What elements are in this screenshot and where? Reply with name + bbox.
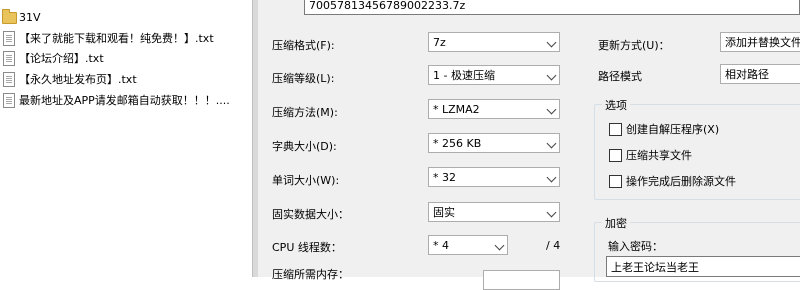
sfx-checkbox-row[interactable]: 创建自解压程序(X) [609,121,719,137]
text-file-icon [2,71,16,87]
add-to-archive-dialog: 7005781345678900223​3.7z 压缩格式(F): 7z 压缩等… [258,0,800,290]
text-file-icon [2,50,16,66]
password-label: 输入密码： [608,240,663,253]
delete-source-checkbox[interactable] [609,174,622,188]
encryption-group-title: 加密 [602,215,630,231]
word-value: * 32 [433,170,456,184]
path-mode-select[interactable]: 相对路径 [720,64,800,84]
text-file-icon [2,92,16,108]
update-mode-label: 更新方式(U)： [598,39,670,52]
threads-select[interactable]: * 4 [428,235,508,255]
word-label: 单词大小(W): [272,174,340,187]
chevron-down-icon [546,138,557,149]
format-label: 压缩格式(F): [272,39,335,52]
delete-source-checkbox-row[interactable]: 操作完成后删除源文件 [609,173,736,189]
folder-icon [2,9,17,25]
level-value: 1 - 极速压缩 [433,69,495,82]
update-mode-value: 添加并替换文件 [725,36,800,49]
password-input[interactable]: 上老王论坛当老王 [606,256,800,277]
method-label: 压缩方法(M): [272,106,338,119]
chevron-down-icon [546,172,557,183]
file-name: 【论坛介绍】.txt [19,52,104,65]
password-value: 上老王论坛当老王 [611,260,699,274]
method-value: * LZMA2 [433,102,480,116]
memory-value-field [483,270,560,290]
chevron-down-icon [546,207,557,218]
chevron-down-icon [494,240,505,251]
solid-select[interactable]: 固实 [428,202,560,222]
file-name: 31V [19,10,41,24]
delete-source-checkbox-label: 操作完成后删除源文件 [626,175,736,188]
memory-label: 压缩所需内存： [272,268,349,281]
sfx-checkbox-label: 创建自解压程序(X) [626,123,720,136]
threads-label: CPU 线程数： [272,241,342,254]
path-mode-label: 路径模式 [598,70,642,83]
chevron-down-icon [546,104,557,115]
update-mode-select[interactable]: 添加并替换文件 [720,32,800,52]
threads-value: * 4 [433,238,449,252]
path-mode-value: 相对路径 [725,68,769,81]
file-list: 31V 【来了就能下载和观看！纯免费！】.txt 【论坛介绍】.txt 【永久地… [0,0,252,277]
dict-select[interactable]: * 256 KB [428,133,560,153]
level-label: 压缩等级(L): [272,72,335,85]
solid-label: 固实数据大小： [272,208,349,221]
archive-name-value: 7005781345678900223​3.7z [309,0,466,12]
level-select[interactable]: 1 - 极速压缩 [428,65,560,85]
format-select[interactable]: 7z [428,32,560,52]
file-name: 【来了就能下载和观看！纯免费！】.txt [19,32,214,45]
chevron-down-icon [546,37,557,48]
method-select[interactable]: * LZMA2 [428,99,560,119]
threads-total: / 4 [546,239,561,252]
archive-name-input[interactable]: 7005781345678900223​3.7z [304,0,800,15]
shared-files-checkbox-row[interactable]: 压缩共享文件 [609,147,692,163]
list-item-file[interactable]: 【永久地址发布页】.txt [0,69,250,89]
shared-files-checkbox-label: 压缩共享文件 [626,149,692,162]
shared-files-checkbox[interactable] [609,148,622,162]
file-name: 【永久地址发布页】.txt [19,73,137,86]
text-file-icon [2,30,16,46]
list-item-folder[interactable]: 31V [0,7,250,27]
sfx-checkbox[interactable] [609,122,622,136]
list-item-file[interactable]: 【论坛介绍】.txt [0,48,250,68]
solid-value: 固实 [433,206,455,219]
word-select[interactable]: * 32 [428,167,560,187]
dict-label: 字典大小(D): [272,140,337,153]
list-item-file[interactable]: 【来了就能下载和观看！纯免费！】.txt [0,28,250,48]
chevron-down-icon [546,70,557,81]
options-group-title: 选项 [602,97,630,113]
file-name: 最新地址及APP请发邮箱自动获取！！！.... [19,94,230,107]
dict-value: * 256 KB [433,136,482,150]
list-item-file[interactable]: 最新地址及APP请发邮箱自动获取！！！.... [0,90,250,110]
format-value: 7z [433,35,446,49]
